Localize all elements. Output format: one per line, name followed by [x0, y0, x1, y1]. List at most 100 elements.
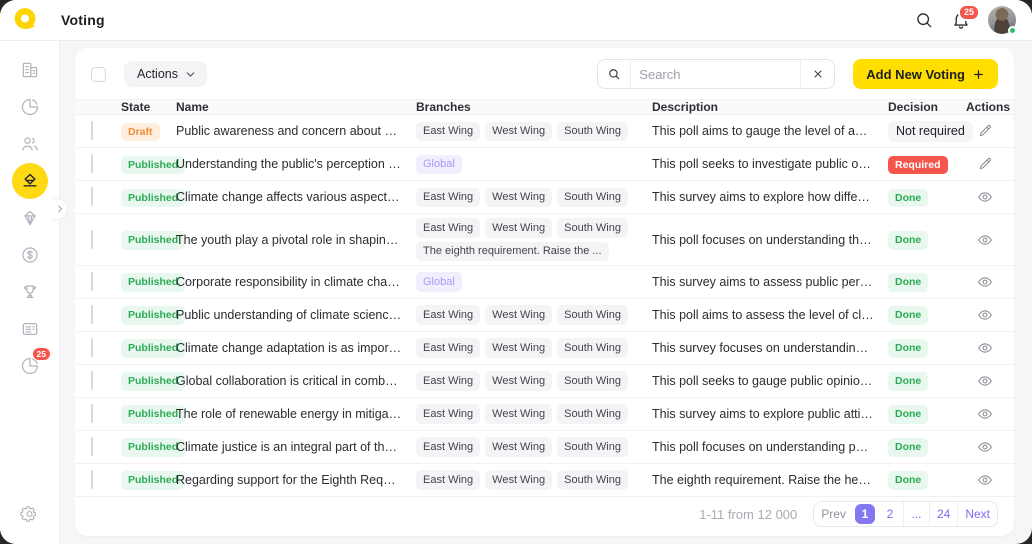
table-row[interactable]: DraftPublic awareness and concern about …: [75, 115, 1014, 148]
decision-badge: Done: [888, 471, 928, 490]
column-header-decision[interactable]: Decision: [888, 100, 966, 114]
table-row[interactable]: PublishedPublic understanding of climate…: [75, 299, 1014, 332]
table-row[interactable]: PublishedRegarding support for the Eight…: [75, 464, 1014, 497]
row-checkbox[interactable]: [91, 470, 93, 489]
sidebar-item-company[interactable]: [11, 51, 48, 88]
sidebar-item-awards-trophy[interactable]: [11, 273, 48, 310]
sidebar-item-analytics-pie[interactable]: [11, 88, 48, 125]
search-clear-icon[interactable]: [800, 60, 834, 88]
row-checkbox[interactable]: [91, 371, 93, 390]
pagination-page-2[interactable]: 2: [877, 502, 903, 526]
view-eye-icon: [977, 406, 993, 422]
table-row[interactable]: PublishedThe role of renewable energy in…: [75, 398, 1014, 431]
branch-chip: West Wing: [485, 122, 552, 141]
branch-chip: West Wing: [485, 404, 552, 423]
table-row[interactable]: PublishedThe youth play a pivotal role i…: [75, 214, 1014, 266]
sidebar-item-voting-ballot[interactable]: [11, 162, 48, 199]
actions-dropdown-button[interactable]: Actions: [124, 61, 207, 87]
row-view-button[interactable]: [975, 187, 995, 207]
top-bar: Voting 25: [0, 0, 1032, 41]
row-checkbox[interactable]: [91, 154, 93, 173]
row-edit-button[interactable]: [975, 154, 995, 174]
search-input[interactable]: [631, 67, 800, 82]
voting-description: This poll aims to gauge the level of awa…: [652, 124, 888, 138]
row-checkbox[interactable]: [91, 305, 93, 324]
branches-cell: East WingWest WingSouth Wing: [416, 301, 652, 328]
search-submit-icon[interactable]: [598, 60, 631, 88]
table-row[interactable]: PublishedClimate change adaptation is as…: [75, 332, 1014, 365]
row-checkbox[interactable]: [91, 272, 93, 291]
row-view-button[interactable]: [975, 371, 995, 391]
pagination-prev[interactable]: Prev: [814, 502, 853, 526]
branch-chip: South Wing: [557, 338, 628, 357]
table-row[interactable]: PublishedClimate justice is an integral …: [75, 431, 1014, 464]
row-checkbox[interactable]: [91, 121, 93, 140]
table-row[interactable]: PublishedCorporate responsibility in cli…: [75, 266, 1014, 299]
branch-chip: East Wing: [416, 122, 480, 141]
select-all-checkbox[interactable]: [91, 67, 106, 82]
branches-cell: East WingWest WingSouth Wing: [416, 400, 652, 427]
column-header-branches[interactable]: Branches: [416, 100, 652, 114]
row-checkbox[interactable]: [91, 437, 93, 456]
pagination-next[interactable]: Next: [957, 502, 997, 526]
branch-chip: West Wing: [485, 437, 552, 456]
voting-name: Public understanding of climate science …: [176, 308, 416, 322]
row-checkbox[interactable]: [91, 230, 93, 249]
row-view-button[interactable]: [975, 305, 995, 325]
column-header-name[interactable]: Name: [176, 100, 416, 114]
row-checkbox[interactable]: [91, 187, 93, 206]
row-edit-button[interactable]: [975, 121, 995, 141]
view-eye-icon: [977, 472, 993, 488]
sidebar-item-finance-dollar[interactable]: [11, 236, 48, 273]
voting-description: This poll aims to assess the level of cl…: [652, 308, 888, 322]
notifications-bell-icon[interactable]: 25: [951, 10, 971, 30]
view-eye-icon: [977, 232, 993, 248]
row-view-button[interactable]: [975, 272, 995, 292]
voting-name: Climate change adaptation is as importan…: [176, 341, 416, 355]
row-view-button[interactable]: [975, 470, 995, 490]
view-eye-icon: [977, 189, 993, 205]
row-view-button[interactable]: [975, 437, 995, 457]
branch-chip: South Wing: [557, 218, 628, 237]
branch-chip: West Wing: [485, 305, 552, 324]
pagination-page-1[interactable]: 1: [855, 504, 875, 524]
branch-chip: South Wing: [557, 371, 628, 390]
search-icon[interactable]: [914, 10, 934, 30]
decision-badge: Done: [888, 372, 928, 391]
table-row[interactable]: PublishedClimate change affects various …: [75, 181, 1014, 214]
table-row[interactable]: PublishedUnderstanding the public's perc…: [75, 148, 1014, 181]
decision-badge: Done: [888, 273, 928, 292]
sidebar-item-loyalty-diamond[interactable]: [11, 199, 48, 236]
sidebar-item-users[interactable]: [11, 125, 48, 162]
analytics-pie-icon: [20, 97, 40, 117]
sidebar-item-settings[interactable]: [11, 495, 48, 532]
row-checkbox[interactable]: [91, 338, 93, 357]
pagination-controls: Prev12...24Next: [813, 501, 998, 527]
sidebar-item-reports-pie[interactable]: 25: [11, 347, 48, 384]
voting-name: Corporate responsibility in climate chan…: [176, 275, 416, 289]
row-checkbox[interactable]: [91, 404, 93, 423]
app-logo-icon: [13, 7, 39, 33]
row-view-button[interactable]: [975, 404, 995, 424]
main-content: Actions Add New Voting: [60, 41, 1032, 544]
company-icon: [20, 60, 40, 80]
sidebar-item-news-feed[interactable]: [11, 310, 48, 347]
pagination-bar: 1-11 from 12 000 Prev12...24Next: [75, 497, 1014, 536]
branch-chip: South Wing: [557, 122, 628, 141]
column-header-state[interactable]: State: [121, 100, 176, 114]
view-eye-icon: [977, 340, 993, 356]
pagination-ellipsis[interactable]: ...: [903, 502, 929, 526]
pagination-page-24[interactable]: 24: [929, 502, 957, 526]
branches-cell: East WingWest WingSouth Wing: [416, 433, 652, 460]
row-view-button[interactable]: [975, 338, 995, 358]
voting-name: The youth play a pivotal role in shaping…: [176, 233, 416, 247]
row-view-button[interactable]: [975, 230, 995, 250]
branch-chip: East Wing: [416, 305, 480, 324]
column-header-description[interactable]: Description: [652, 100, 888, 114]
branch-chip: Global: [416, 272, 462, 291]
branch-chip: West Wing: [485, 470, 552, 489]
add-new-voting-button[interactable]: Add New Voting: [853, 59, 998, 89]
branches-cell: Global: [416, 151, 652, 178]
table-row[interactable]: PublishedGlobal collaboration is critica…: [75, 365, 1014, 398]
user-avatar[interactable]: [988, 6, 1016, 34]
